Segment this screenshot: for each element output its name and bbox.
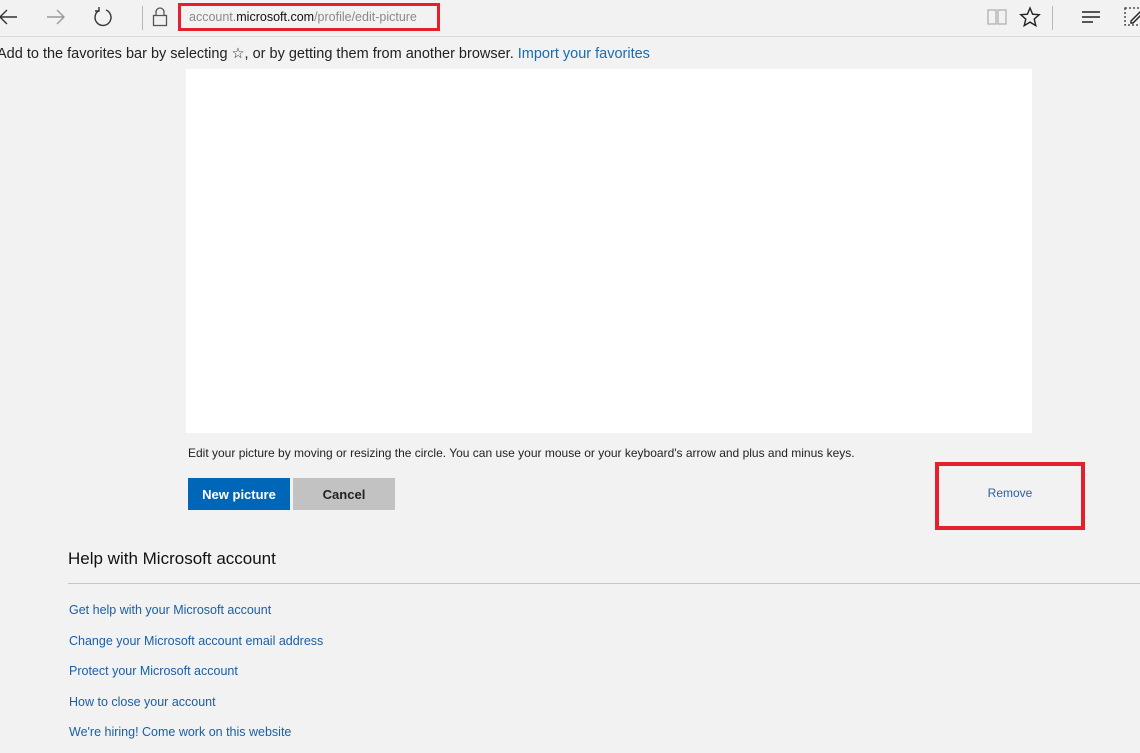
remove-highlight: Remove [935,462,1085,530]
hub-icon [1082,11,1100,23]
help-link[interactable]: Get help with your Microsoft account [69,600,323,631]
browser-toolbar: account. microsoft.com/profile/edit-pictu… [0,0,1140,37]
import-favorites-link[interactable]: Import your favorites [518,46,650,62]
security-lock[interactable] [146,4,174,30]
help-section-title: Help with Microsoft account [68,549,276,568]
remove-link[interactable]: Remove [988,486,1033,500]
favorites-bar: Add to the favorites bar by selecting ☆,… [0,37,1140,70]
picture-edit-canvas[interactable] [186,69,1032,433]
reading-view-icon [987,9,1007,25]
hub-button[interactable] [1077,4,1105,30]
edit-picture-hint: Edit your picture by moving or resizing … [188,446,855,460]
toolbar-separator [142,6,143,30]
reading-view-button[interactable] [983,4,1011,30]
cancel-button[interactable]: Cancel [293,478,395,510]
star-icon [1019,6,1041,28]
help-link[interactable]: Change your Microsoft account email addr… [69,631,323,662]
help-links-list: Get help with your Microsoft account Cha… [69,600,323,753]
forward-arrow-icon [47,9,65,25]
web-note-button[interactable] [1120,4,1140,30]
toolbar-separator [1052,6,1053,30]
refresh-button[interactable] [89,4,117,30]
back-arrow-icon [0,9,17,25]
help-link[interactable]: Protect your Microsoft account [69,661,323,692]
forward-button[interactable] [42,4,70,30]
address-host: microsoft.com [236,10,315,24]
refresh-icon [94,7,112,27]
help-link[interactable]: How to close your account [69,692,323,723]
help-divider [68,583,1140,584]
favorites-bar-message: Add to the favorites bar by selecting ☆,… [0,46,514,62]
web-note-icon [1124,7,1140,26]
back-button[interactable] [0,4,22,30]
address-path: /profile/edit-picture [314,10,417,24]
favorite-button[interactable] [1016,4,1044,30]
lock-icon [152,7,168,27]
new-picture-button[interactable]: New picture [188,478,290,510]
address-subdomain: account. [189,10,237,24]
help-link[interactable]: We're hiring! Come work on this website [69,722,323,753]
address-bar[interactable]: account. microsoft.com/profile/edit-pictu… [178,3,440,31]
